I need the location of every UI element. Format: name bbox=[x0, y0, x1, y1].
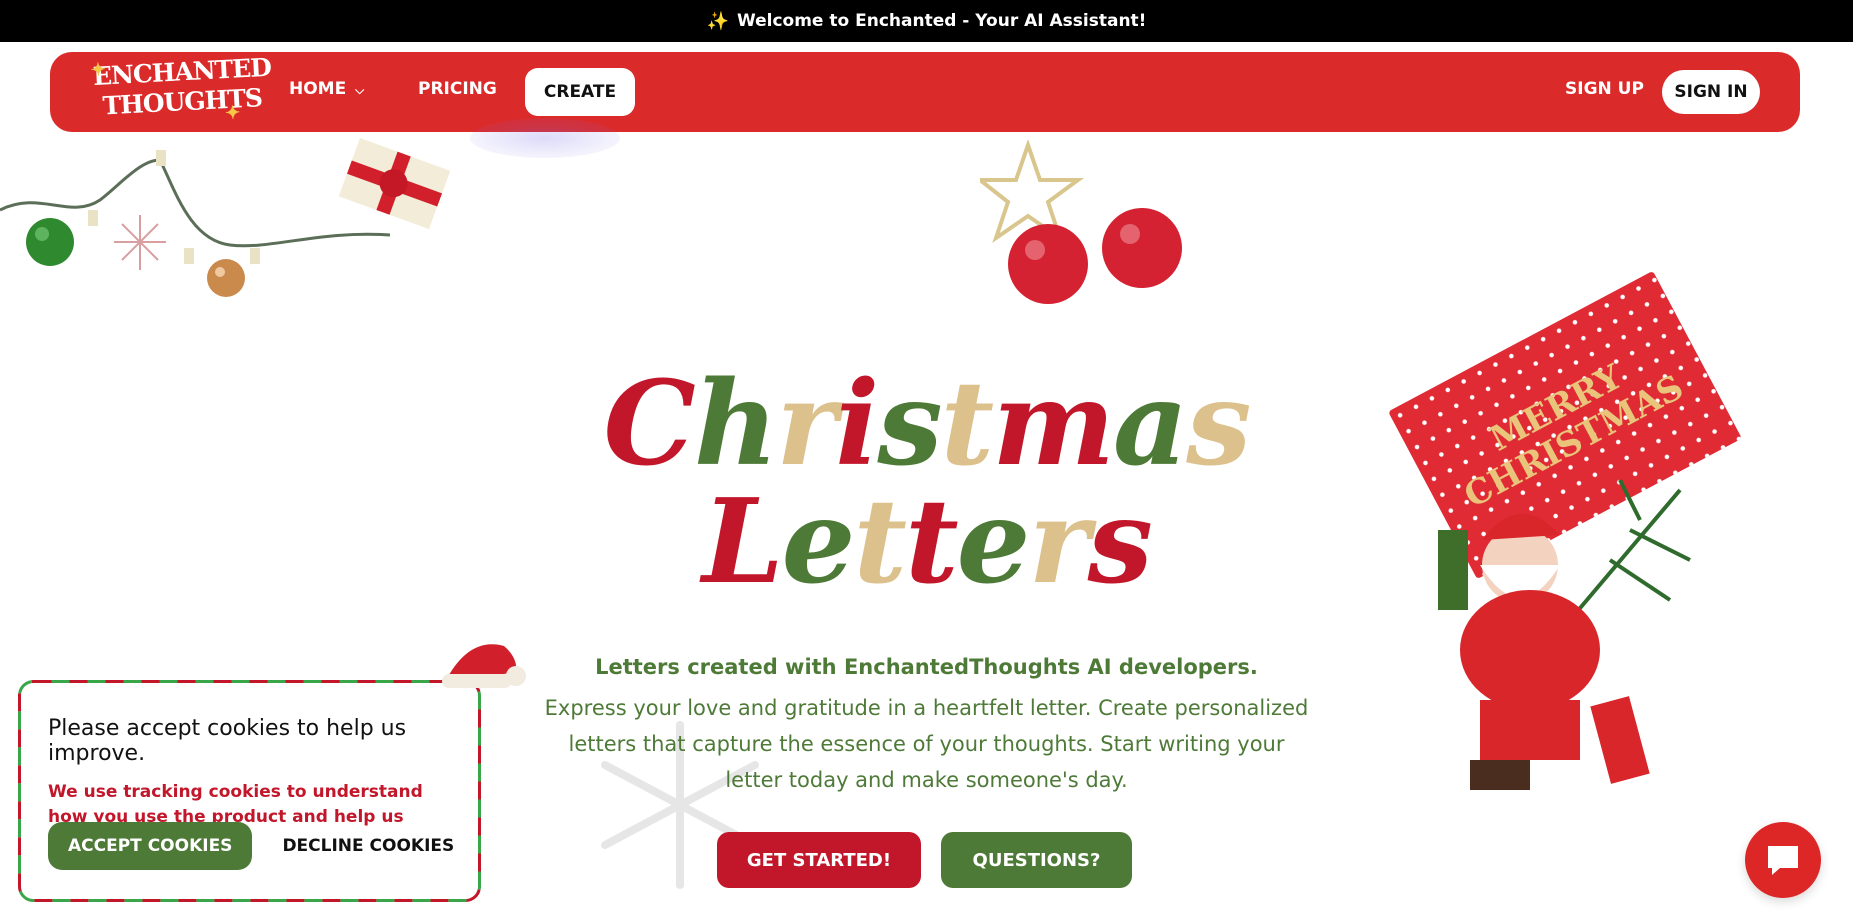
star-icon: ✦ bbox=[90, 59, 106, 82]
hero-description: Express your love and gratitude in a hea… bbox=[544, 696, 1309, 792]
decline-cookies-button[interactable]: DECLINE COOKIES bbox=[282, 836, 454, 856]
site-logo[interactable]: ✦ ENCHANTED THOUGHTS ✦ bbox=[90, 53, 271, 130]
create-glow bbox=[470, 118, 620, 158]
announcement-bar: ✨ Welcome to Enchanted - Your AI Assista… bbox=[0, 0, 1853, 42]
chat-bubble-icon bbox=[1768, 846, 1798, 875]
cookie-actions: ACCEPT COOKIES DECLINE COOKIES bbox=[48, 822, 454, 870]
get-started-button[interactable]: GET STARTED! bbox=[717, 832, 921, 888]
nav-home[interactable]: HOME ⌵ bbox=[289, 79, 364, 99]
christmas-lights-garland bbox=[0, 138, 451, 297]
cookie-title: Please accept cookies to help us improve… bbox=[48, 716, 407, 766]
santa-hat-icon bbox=[442, 644, 526, 688]
santa-figurine bbox=[1438, 479, 1691, 790]
chat-widget-button[interactable] bbox=[1745, 822, 1821, 898]
ornaments-decoration bbox=[980, 140, 1182, 304]
sign-up-link[interactable]: SIGN UP bbox=[1565, 79, 1644, 99]
questions-button[interactable]: QUESTIONS? bbox=[941, 832, 1132, 888]
nav-create-button[interactable]: CREATE bbox=[525, 68, 635, 116]
chevron-down-icon: ⌵ bbox=[355, 83, 365, 97]
sparkles-icon: ✨ bbox=[706, 10, 729, 32]
sign-in-button[interactable]: SIGN IN bbox=[1662, 70, 1760, 114]
announcement-text: Welcome to Enchanted - Your AI Assistant… bbox=[736, 11, 1147, 31]
nav-pricing[interactable]: PRICING bbox=[418, 79, 497, 99]
cookie-consent-banner: Please accept cookies to help us improve… bbox=[18, 680, 481, 902]
nav-home-label: HOME bbox=[289, 79, 347, 99]
star-icon: ✦ bbox=[224, 102, 240, 125]
accept-cookies-button[interactable]: ACCEPT COOKIES bbox=[48, 822, 253, 870]
main-navbar: ✦ ENCHANTED THOUGHTS ✦ HOME ⌵ PRICING CR… bbox=[50, 52, 1800, 132]
